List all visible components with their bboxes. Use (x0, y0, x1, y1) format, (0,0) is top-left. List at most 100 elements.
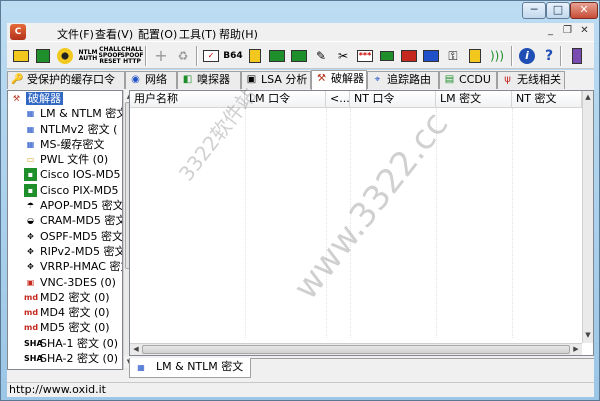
tab-sniffer[interactable]: ◧ 嗅探器 (177, 71, 241, 89)
tree-item-label: OSPF-MD5 密文 (40, 229, 123, 243)
monitor-red-icon[interactable] (399, 46, 419, 66)
mdi-minimize-button[interactable]: _ (543, 24, 558, 39)
column-nt-password[interactable]: NT 口令 (350, 91, 436, 108)
tree-item[interactable]: ▭ PWL 文件 (0) (8, 152, 122, 167)
menu-file[interactable]: 文件(F) (57, 26, 94, 42)
nt-hash-icon[interactable] (289, 46, 309, 66)
tree-item[interactable]: ▦ MS-缓存密文 (8, 137, 122, 152)
mdi-restore-button[interactable]: ❐ (560, 24, 575, 39)
tab-lsa-analysis[interactable]: ▣ LSA 分析 (241, 71, 311, 89)
tree-item[interactable]: ✥ VRRP-HMAC 密文 (8, 259, 122, 274)
column-lm-hash[interactable]: LM 密文 (436, 91, 512, 108)
tab-network[interactable]: ◉ 网络 (125, 71, 177, 89)
key-icon: 🔑 (11, 74, 24, 85)
application-window: ─ □ ✕ C 文件(F) 查看(V) 配置(O) 工具(T) 帮助(H) _ … (0, 0, 600, 401)
tree-item[interactable]: ▪ Cisco PIX-MD5 I (8, 183, 122, 198)
tab-ccdu[interactable]: ▤ CCDU (439, 71, 497, 89)
menu-view[interactable]: 查看(V) (95, 26, 133, 42)
tab-wireless[interactable]: ψ 无线相关 (497, 71, 565, 89)
tools-icon[interactable]: ✂ (333, 46, 353, 66)
certificate-icon[interactable]: ✓ (201, 46, 221, 66)
hash-calc-icon[interactable] (245, 46, 265, 66)
cracker-tree[interactable]: ⚒ 破解器 ▦ LM & NTLM 密文 ▦ NTLMv2 密文 ( ▦ MS-缓存密… (7, 90, 123, 370)
column-username[interactable]: 用户名称 (130, 91, 245, 108)
hash-grid[interactable]: 用户名称 LM 口令 <... NT 口令 LM 密文 NT 密文 ▲ ▼ ◀ … (129, 90, 594, 356)
tab-label: CCDU (459, 73, 491, 86)
pwl-icon: ▭ (26, 155, 35, 165)
ntlm-auth-button[interactable]: NTLM AUTH (77, 46, 99, 66)
grid-hscroll-thumb[interactable] (142, 345, 570, 354)
base64-icon[interactable]: B64 (223, 46, 243, 66)
info-icon[interactable]: i (517, 46, 537, 66)
column-lm-length[interactable]: <... (326, 91, 350, 108)
wand-icon[interactable]: ✎ (311, 46, 331, 66)
tree-item-label: MD2 密文 (0) (40, 290, 110, 304)
tree-item[interactable]: ▣ VNC-3DES (0) (8, 275, 122, 290)
key-chain-icon[interactable]: ⚿ (443, 46, 463, 66)
tree-item[interactable]: ✥ OSPF-MD5 密文 (8, 229, 122, 244)
tree-item[interactable]: md MD5 密文 (0) (8, 320, 122, 335)
radiation-icon[interactable] (55, 46, 75, 66)
column-lm-password[interactable]: LM 口令 (245, 91, 326, 108)
grid-vertical-scrollbar[interactable]: ▲ ▼ (582, 91, 593, 343)
tree-item[interactable]: ▦ LM & NTLM 密文 (8, 106, 122, 121)
monitor-blue-icon[interactable] (421, 46, 441, 66)
tab-strip: 🔑 受保护的缓存口令 ◉ 网络 ◧ 嗅探器 ▣ LSA 分析 ⚒ 破解器 ⌖ 追… (7, 70, 594, 90)
grid-horizontal-scrollbar[interactable]: ◀ ▶ (130, 343, 582, 355)
sha2-icon: SHA (24, 354, 43, 364)
chall-spoof-http-button[interactable]: CHALL SPOOF HTTP (121, 46, 144, 66)
exit-door-icon[interactable] (567, 46, 587, 66)
tree-item[interactable]: md MD2 密文 (0) (8, 290, 122, 305)
tree-item-label: CRAM-MD5 密文 (40, 214, 123, 228)
recycle-bin-icon[interactable]: ♻ (173, 46, 193, 66)
ntlmv2-icon: ▦ (26, 124, 35, 134)
mdi-close-button[interactable]: ✕ (577, 24, 592, 39)
network-icon: ◉ (131, 74, 140, 85)
tree-item[interactable]: ☂ APOP-MD5 密文 (8, 198, 122, 213)
password-box-icon[interactable]: *** (355, 46, 375, 66)
tree-item[interactable]: SHA SHA-2 密文 (0) (8, 351, 122, 366)
tab-label: 受保护的缓存口令 (27, 73, 115, 86)
menu-tools[interactable]: 工具(T) (179, 26, 216, 42)
grid-scroll-down-button[interactable]: ▼ (583, 329, 593, 341)
tab-traceroute[interactable]: ⌖ 追踪路由 (367, 71, 439, 89)
wireless-signal-icon[interactable]: ))) (487, 46, 507, 66)
grid-scroll-up-button[interactable]: ▲ (583, 91, 593, 103)
toolbar-separator (560, 46, 562, 66)
tree-item[interactable]: md MD4 密文 (0) (8, 305, 122, 320)
lm-hash-icon[interactable] (267, 46, 287, 66)
tab-protected-storage[interactable]: 🔑 受保护的缓存口令 (7, 71, 125, 89)
status-bar: http://www.oxid.it (7, 382, 594, 397)
tree-item[interactable]: SHA SHA-1 密文 (0) (8, 336, 122, 351)
tree-item[interactable]: ▦ NTLMv2 密文 ( (8, 122, 122, 137)
tree-root-cracker[interactable]: ⚒ 破解器 (8, 91, 122, 106)
tree-item[interactable]: ▪ Cisco IOS-MD5 (8, 167, 122, 182)
grid-scroll-right-button[interactable]: ▶ (570, 344, 582, 355)
toolbar-separator (196, 46, 198, 66)
tree-item[interactable]: ✥ RIPv2-MD5 密文 (8, 244, 122, 259)
screen-icon[interactable] (377, 46, 397, 66)
bottom-tab-label: LM & NTLM 密文 (156, 360, 244, 373)
tree-item-label: APOP-MD5 密文 (40, 199, 123, 213)
minimize-button[interactable]: ─ (522, 2, 546, 19)
tree-item-label: VRRP-HMAC 密文 (40, 260, 123, 274)
tab-cracker[interactable]: ⚒ 破解器 (311, 70, 367, 90)
note-icon[interactable] (465, 46, 485, 66)
chall-spoof-reset-button[interactable]: CHALL SPOOF RESET (99, 46, 122, 66)
tree-item-label: SHA-1 密文 (0) (40, 336, 119, 350)
menu-help[interactable]: 帮助(H) (219, 26, 258, 42)
close-button[interactable]: ✕ (570, 2, 598, 19)
help-icon[interactable]: ? (539, 46, 559, 66)
tree-item[interactable]: ◒ CRAM-MD5 密文 (8, 213, 122, 228)
grid-scroll-left-button[interactable]: ◀ (130, 344, 142, 355)
plus-icon[interactable]: + (151, 46, 171, 66)
maximize-button[interactable]: □ (546, 2, 570, 19)
grid-divider (245, 108, 246, 338)
add-network-icon[interactable] (33, 46, 53, 66)
open-folder-icon[interactable] (11, 46, 31, 66)
menu-config[interactable]: 配置(O) (138, 26, 177, 42)
tab-label: LSA 分析 (261, 73, 308, 86)
column-nt-hash[interactable]: NT 密文 (512, 91, 582, 108)
bottom-tab-lm-ntlm[interactable]: ▦ LM & NTLM 密文 (129, 358, 251, 378)
app-icon[interactable]: C (10, 24, 26, 40)
